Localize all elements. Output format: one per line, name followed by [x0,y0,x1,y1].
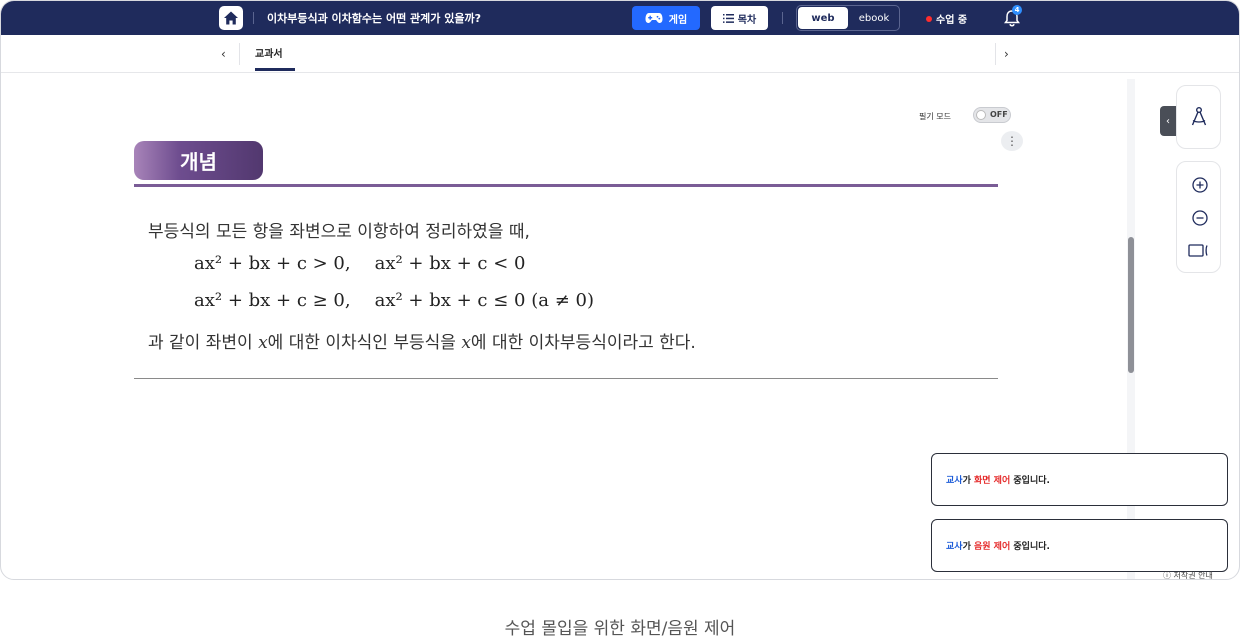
view-web-button[interactable]: web [798,7,848,29]
math-row-1: ax² + bx + c > 0, ax² + bx + c < 0 [194,253,526,274]
zoom-in-icon[interactable] [1191,176,1209,194]
write-mode-label: 필기 모드 [919,112,951,121]
inequality-lt: ax² + bx + c < 0 [374,253,526,274]
line2-part1: 과 같이 좌변이 [148,333,259,353]
line2-part3: 에 대한 이차부등식이라고 한다. [470,333,696,353]
inequality-gt: ax² + bx + c > 0, [194,253,351,274]
tab-bar: ‹ 교과서 › [1,35,1239,73]
compass-icon[interactable] [1189,106,1209,128]
scrollbar-thumb[interactable] [1128,237,1134,373]
chevron-left-icon[interactable]: ‹ [221,47,226,61]
game-label: 게임 [668,14,688,26]
write-mode-toggle[interactable]: OFF [973,107,1011,123]
inequality-ge: ax² + bx + c ≥ 0, [194,290,351,311]
toast-mid: 가 [962,542,974,552]
more-options-icon[interactable]: ⋮ [1001,131,1023,151]
view-ebook-button[interactable]: ebook [849,7,899,29]
class-status-label: 수업 중 [936,15,968,26]
toc-button[interactable]: 목차 [711,6,768,30]
figure-caption: 수업 몰입을 위한 화면/음원 제어 [504,619,736,639]
tab-textbook[interactable]: 교과서 [255,45,283,60]
concept-rule [134,184,998,187]
toast-what: 화면 제어 [973,476,1011,486]
screen-icon[interactable] [1188,242,1210,260]
toast-mid: 가 [962,476,974,486]
copyright-link[interactable]: ⓘ 저작권 안내 [1163,570,1213,579]
live-dot-icon [926,15,932,22]
toast-audio-control: 교사가 음원 제어 중입니다. [931,519,1228,572]
toast-what: 음원 제어 [973,542,1011,552]
app-window: 이차부등식과 이차함수는 어떤 관계가 있을까? 게임 목차 web ebook [0,0,1240,580]
top-bar: 이차부등식과 이차함수는 어떤 관계가 있을까? 게임 목차 web ebook [1,1,1239,35]
divider [782,12,783,24]
home-icon [224,11,238,25]
class-status: 수업 중 [926,11,967,26]
concept-badge: 개념 [134,141,263,180]
inequality-le: ax² + bx + c ≤ 0 (a ≠ 0) [374,290,594,311]
variable-x: x [461,333,471,353]
toggle-state: OFF [990,110,1008,119]
gamepad-icon [645,13,663,23]
game-button[interactable]: 게임 [632,6,700,30]
math-row-2: ax² + bx + c ≥ 0, ax² + bx + c ≤ 0 (a ≠ 0… [194,290,594,311]
toast-who: 교사 [946,476,963,486]
toggle-knob [976,110,986,120]
zoom-out-icon[interactable] [1191,209,1209,227]
tool-panel-draw [1176,85,1221,149]
divider [995,43,996,65]
variable-x: x [258,333,268,353]
toast-who: 교사 [946,542,963,552]
tool-panel-zoom [1176,161,1221,273]
divider [253,12,254,24]
list-icon [722,13,734,23]
view-mode-toggle: web ebook [796,5,900,31]
toast-rest: 중입니다. [1010,476,1050,486]
chevron-right-icon[interactable]: › [1004,47,1009,61]
toast-screen-control: 교사가 화면 제어 중입니다. [931,453,1228,506]
notification-badge: 4 [1012,5,1022,15]
content-rule [134,378,998,379]
toast-rest: 중입니다. [1010,542,1050,552]
collapse-panel-button[interactable]: ‹ [1160,106,1176,136]
active-tab-indicator [255,68,295,71]
lesson-title: 이차부등식과 이차함수는 어떤 관계가 있을까? [267,12,481,25]
home-button[interactable] [219,6,243,30]
line2-part2: 에 대한 이차식인 부등식을 [267,333,462,353]
concept-text-line1: 부등식의 모든 항을 좌변으로 이항하여 정리하였을 때, [148,222,530,242]
concept-text-line2: 과 같이 좌변이 x에 대한 이차식인 부등식을 x에 대한 이차부등식이라고 … [148,328,696,353]
divider [239,43,240,65]
toc-label: 목차 [737,14,757,26]
